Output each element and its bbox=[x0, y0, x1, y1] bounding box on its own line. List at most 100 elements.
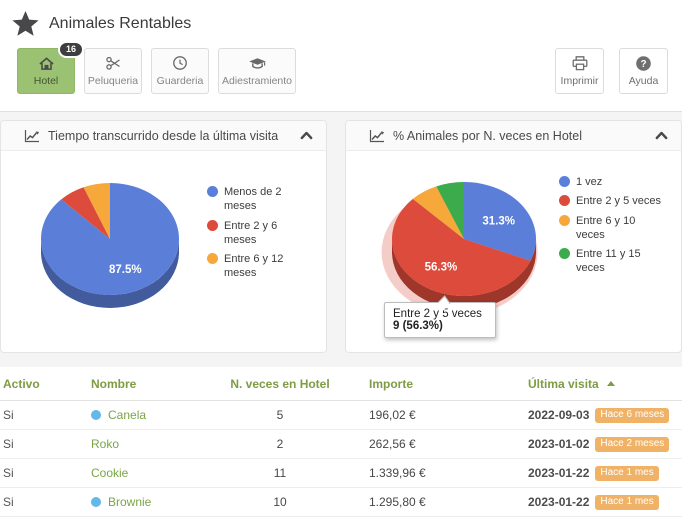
help-button[interactable]: ? Ayuda bbox=[619, 48, 668, 94]
tabs-row: 16 Hotel Peluqueria Guarder bbox=[10, 48, 668, 94]
clock-icon bbox=[172, 55, 188, 71]
pet-name: Roko bbox=[91, 437, 119, 451]
legend-dot bbox=[207, 186, 218, 197]
panel-title: % Animales por N. veces en Hotel bbox=[393, 129, 582, 143]
print-button[interactable]: Imprimir bbox=[555, 48, 604, 94]
cell-nombre[interactable]: Cookie bbox=[91, 466, 219, 480]
legend-item: Menos de 2 meses bbox=[207, 185, 311, 214]
legend-item: Entre 11 y 15 veces bbox=[559, 247, 663, 276]
legend-label: 1 vez bbox=[576, 175, 602, 189]
visit-date: 2023-01-22 bbox=[528, 495, 589, 509]
legend-dot bbox=[559, 248, 570, 259]
cell-importe: 1.339,96 € bbox=[341, 466, 523, 480]
table-row[interactable]: Si Roko 2 262,56 € 2023-01-02 Hace 2 mes… bbox=[0, 430, 682, 459]
chart-legend: Menos de 2 meses Entre 2 y 6 meses Entre 6… bbox=[207, 185, 311, 327]
cell-importe: 262,56 € bbox=[341, 437, 523, 451]
sort-asc-icon bbox=[607, 381, 615, 386]
collapse-panel-button[interactable] bbox=[655, 131, 668, 140]
tab-label: Adiestramiento bbox=[222, 75, 292, 87]
cell-activo: Si bbox=[3, 466, 91, 480]
panel-body: 87.5% Menos de 2 meses Entre 2 y 6 meses E… bbox=[1, 151, 326, 329]
cell-importe: 1.295,80 € bbox=[341, 495, 523, 509]
table-row[interactable]: Si Cookie 11 1.339,96 € 2023-01-22 Hace … bbox=[0, 459, 682, 488]
pet-status-dot bbox=[91, 497, 101, 507]
panel-header: % Animales por N. veces en Hotel bbox=[346, 121, 681, 151]
action-label: Imprimir bbox=[561, 75, 599, 87]
column-header-importe[interactable]: Importe bbox=[341, 377, 523, 391]
cell-veces: 10 bbox=[219, 495, 341, 509]
home-icon bbox=[38, 56, 55, 71]
legend-dot bbox=[207, 220, 218, 231]
pet-name: Canela bbox=[108, 408, 146, 422]
tab-label: Hotel bbox=[34, 75, 59, 87]
app: Animales Rentables 16 Hotel Peluqueria bbox=[0, 0, 682, 518]
panel-title: Tiempo transcurrido desde la última visi… bbox=[48, 129, 278, 143]
legend-item: Entre 6 y 12 meses bbox=[207, 252, 311, 281]
line-chart-icon bbox=[24, 129, 40, 143]
time-ago-badge: Hace 2 meses bbox=[595, 437, 669, 452]
cell-nombre[interactable]: Brownie bbox=[91, 495, 219, 509]
header-actions: Imprimir ? Ayuda bbox=[555, 48, 668, 94]
legend-item: Entre 6 y 10 veces bbox=[559, 214, 663, 243]
cell-activo: Si bbox=[3, 437, 91, 451]
scissors-icon bbox=[105, 55, 122, 71]
tab-peluqueria[interactable]: Peluqueria bbox=[84, 48, 142, 94]
chevron-up-icon bbox=[655, 131, 668, 140]
legend-label: Entre 2 y 6 meses bbox=[224, 219, 311, 248]
tab-guarderia[interactable]: Guarderia bbox=[151, 48, 209, 94]
charts-strip: Tiempo transcurrido desde la última visi… bbox=[0, 112, 682, 367]
legend-label: Entre 6 y 10 veces bbox=[576, 214, 663, 243]
category-tabs: 16 Hotel Peluqueria Guarder bbox=[10, 48, 296, 94]
legend-dot bbox=[207, 253, 218, 264]
column-header-nombre[interactable]: Nombre bbox=[91, 377, 219, 391]
cell-veces: 2 bbox=[219, 437, 341, 451]
pet-name: Cookie bbox=[91, 466, 128, 480]
table-header-row: Activo Nombre N. veces en Hotel Importe … bbox=[0, 367, 682, 401]
svg-text:?: ? bbox=[640, 59, 646, 70]
chevron-up-icon bbox=[300, 131, 313, 140]
column-header-activo[interactable]: Activo bbox=[3, 377, 91, 391]
panel-header: Tiempo transcurrido desde la última visi… bbox=[1, 121, 326, 151]
chart-tooltip: Entre 2 y 5 veces 9 (56.3%) bbox=[384, 302, 496, 338]
title-row: Animales Rentables bbox=[10, 5, 668, 43]
cell-ultima-visita: 2022-09-03 Hace 6 meses bbox=[523, 408, 679, 423]
tab-adiestramiento[interactable]: Adiestramiento bbox=[218, 48, 296, 94]
cell-veces: 11 bbox=[219, 466, 341, 480]
legend-label: Entre 6 y 12 meses bbox=[224, 252, 311, 281]
panel-veces-hotel: % Animales por N. veces en Hotel 31.3%56… bbox=[345, 120, 682, 353]
legend-item: Entre 2 y 5 veces bbox=[559, 194, 663, 208]
hotel-count-badge: 16 bbox=[58, 41, 84, 58]
panel-tiempo-ultima-visita: Tiempo transcurrido desde la última visi… bbox=[0, 120, 327, 353]
column-header-veces[interactable]: N. veces en Hotel bbox=[219, 377, 341, 391]
table-body: Si Canela 5 196,02 € 2022-09-03 Hace 6 m… bbox=[0, 401, 682, 517]
legend-label: Entre 2 y 5 veces bbox=[576, 194, 661, 208]
cell-importe: 196,02 € bbox=[341, 408, 523, 422]
tab-label: Peluqueria bbox=[88, 75, 138, 87]
pie-slice-label: 87.5% bbox=[109, 264, 142, 276]
results-table: Activo Nombre N. veces en Hotel Importe … bbox=[0, 367, 682, 517]
legend-label: Entre 11 y 15 veces bbox=[576, 247, 663, 276]
topbar: Animales Rentables 16 Hotel Peluqueria bbox=[0, 0, 682, 112]
tab-hotel[interactable]: 16 Hotel bbox=[17, 48, 75, 94]
time-ago-badge: Hace 1 mes bbox=[595, 495, 658, 510]
legend-dot bbox=[559, 176, 570, 187]
time-ago-badge: Hace 6 meses bbox=[595, 408, 669, 423]
table-row[interactable]: Si Canela 5 196,02 € 2022-09-03 Hace 6 m… bbox=[0, 401, 682, 430]
cell-veces: 5 bbox=[219, 408, 341, 422]
pet-status-dot bbox=[91, 410, 101, 420]
legend-dot bbox=[559, 195, 570, 206]
pie-chart-tiempo: 87.5% bbox=[9, 153, 207, 327]
legend-item: Entre 2 y 6 meses bbox=[207, 219, 311, 248]
cell-nombre[interactable]: Canela bbox=[91, 408, 219, 422]
chart-legend: 1 vez Entre 2 y 5 veces Entre 6 y 10 veces… bbox=[559, 175, 663, 327]
visit-date: 2023-01-02 bbox=[528, 437, 589, 451]
cell-ultima-visita: 2023-01-22 Hace 1 mes bbox=[523, 495, 679, 510]
pie-slice-label: 56.3% bbox=[425, 262, 458, 274]
cell-nombre[interactable]: Roko bbox=[91, 437, 219, 451]
legend-label: Menos de 2 meses bbox=[224, 185, 311, 214]
action-label: Ayuda bbox=[629, 75, 659, 87]
column-header-ultima-visita[interactable]: Última visita bbox=[523, 377, 679, 391]
collapse-panel-button[interactable] bbox=[300, 131, 313, 140]
legend-item: 1 vez bbox=[559, 175, 663, 189]
table-row[interactable]: Si Brownie 10 1.295,80 € 2023-01-22 Hace… bbox=[0, 488, 682, 517]
